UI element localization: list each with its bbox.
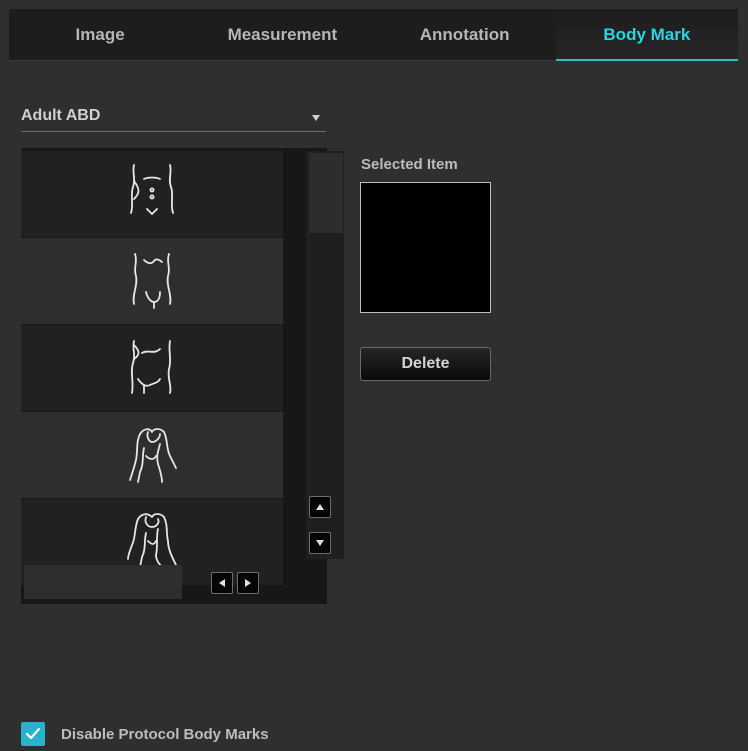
tab-measurement[interactable]: Measurement	[191, 9, 373, 60]
delete-button[interactable]: Delete	[360, 347, 491, 381]
scroll-up-button[interactable]	[309, 496, 331, 518]
selected-item-label: Selected Item	[361, 156, 458, 173]
horizontal-scrollbar[interactable]	[24, 565, 182, 599]
category-dropdown-value: Adult ABD	[21, 107, 101, 124]
scrollbar-thumb[interactable]	[309, 153, 343, 233]
body-mark-item-2[interactable]	[21, 238, 283, 324]
tab-annotation[interactable]: Annotation	[374, 9, 556, 60]
torso-oblique-left-icon	[129, 428, 177, 483]
arrow-down-icon	[316, 540, 324, 546]
arrow-up-icon	[316, 504, 324, 510]
arrow-left-icon	[219, 579, 225, 587]
chevron-down-icon	[312, 115, 320, 121]
page-right-button[interactable]	[237, 572, 259, 594]
checkmark-icon	[25, 727, 41, 740]
category-dropdown[interactable]: Adult ABD	[21, 105, 326, 132]
body-mark-item-3[interactable]	[21, 325, 283, 411]
selected-item-preview	[360, 182, 491, 313]
page-left-button[interactable]	[211, 572, 233, 594]
disable-protocol-checkbox[interactable]	[21, 722, 45, 746]
scroll-down-button[interactable]	[309, 532, 331, 554]
disable-protocol-checkbox-row[interactable]: Disable Protocol Body Marks	[21, 722, 269, 746]
abdomen-lower-icon	[132, 253, 172, 309]
tab-body-mark[interactable]: Body Mark	[555, 9, 739, 61]
body-mark-list	[21, 148, 344, 604]
abdomen-side-icon	[130, 340, 172, 394]
disable-protocol-label: Disable Protocol Body Marks	[61, 725, 269, 743]
body-mark-item-4[interactable]	[21, 412, 283, 498]
body-mark-item-1[interactable]	[21, 151, 283, 237]
abdomen-front-icon	[130, 164, 174, 216]
tab-bar: Image Measurement Annotation Body Mark	[9, 9, 739, 61]
tab-image[interactable]: Image	[9, 9, 191, 60]
arrow-right-icon	[245, 579, 251, 587]
